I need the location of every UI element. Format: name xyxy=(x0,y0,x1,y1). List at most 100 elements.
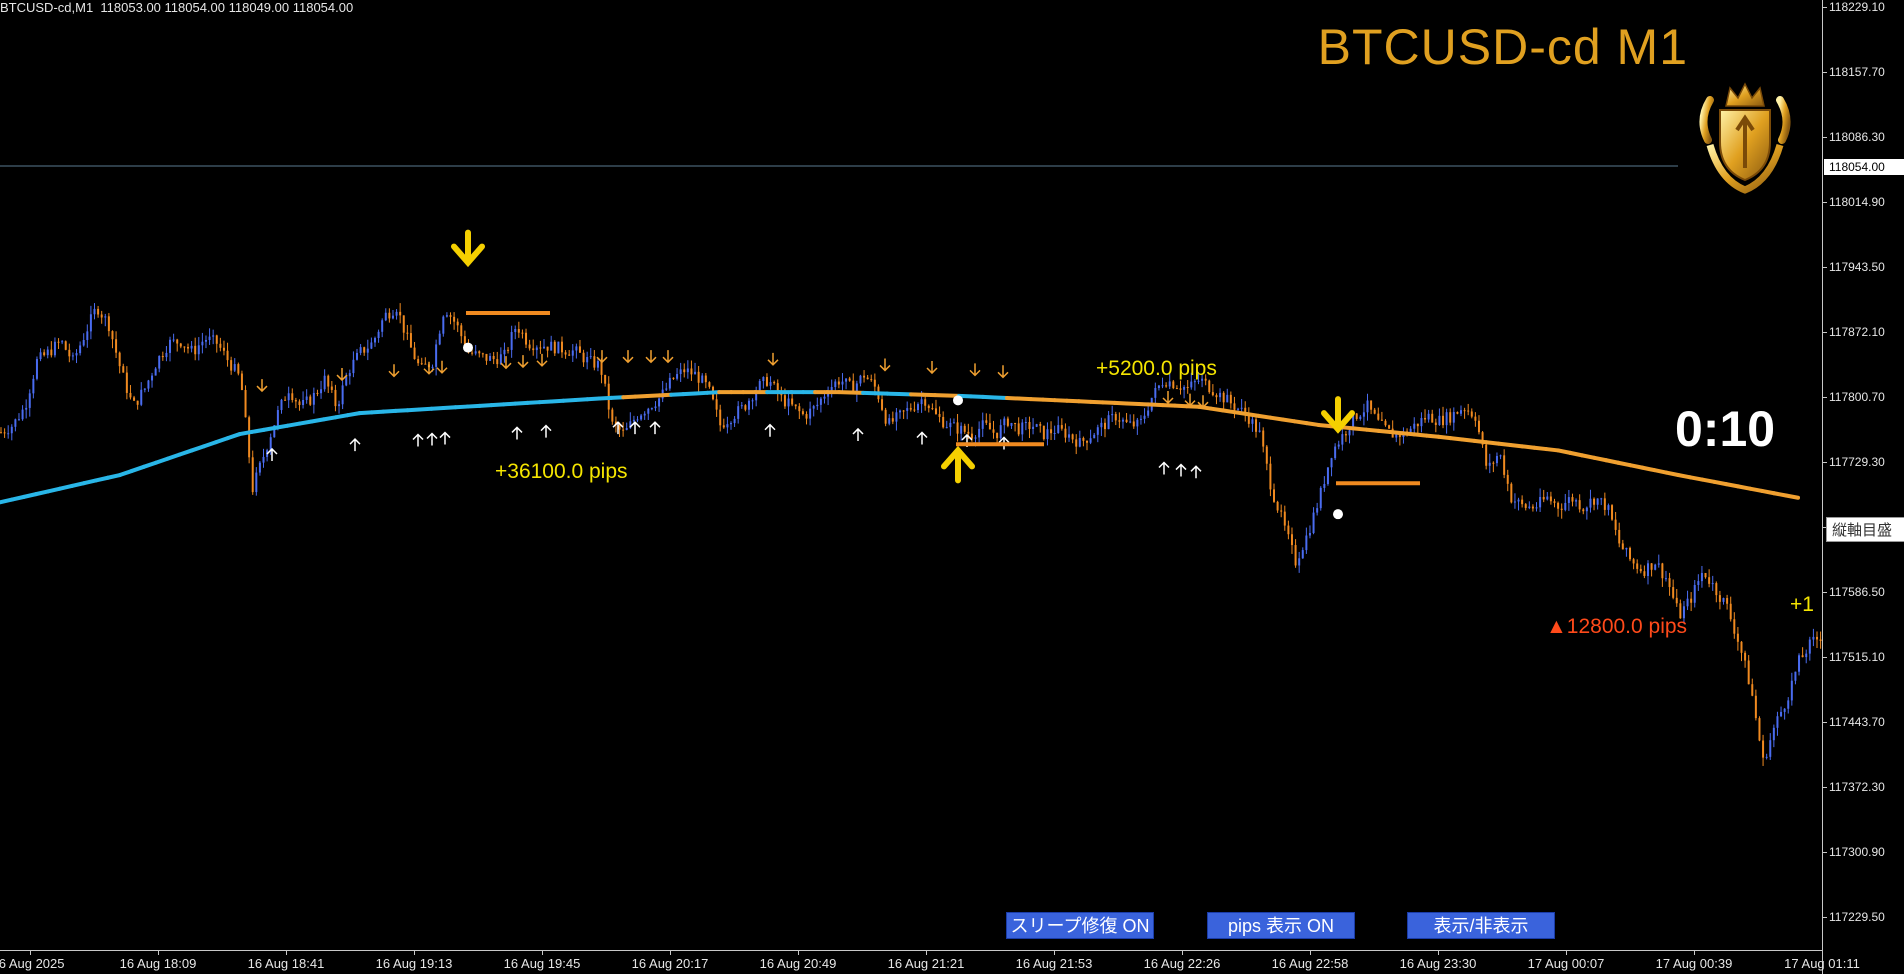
candle-body xyxy=(891,418,894,422)
candle-body xyxy=(230,360,233,371)
candle-body xyxy=(1021,422,1024,435)
candle-body xyxy=(212,335,215,337)
toggle-display-button[interactable]: 表示/非表示 xyxy=(1407,912,1555,939)
candle-body xyxy=(1801,655,1804,658)
candle-body xyxy=(269,437,272,451)
candle-body xyxy=(1039,424,1042,426)
candle-body xyxy=(942,416,945,428)
candle-body xyxy=(1103,422,1106,430)
sell-arrow-icon xyxy=(436,360,448,374)
candle-body xyxy=(622,429,625,431)
candle-body xyxy=(909,408,912,410)
price-tick xyxy=(1823,72,1827,73)
candle-body xyxy=(1014,423,1017,425)
price-axis-label: 117800.70 xyxy=(1829,390,1885,404)
candle-body xyxy=(805,414,808,419)
sell-arrow-icon xyxy=(500,356,512,370)
candle-body xyxy=(341,385,344,405)
buy-arrow-icon xyxy=(266,447,278,461)
candle-body xyxy=(1603,498,1606,510)
candle-body xyxy=(920,399,923,405)
candle-body xyxy=(233,364,236,371)
buy-arrow-icon xyxy=(764,423,776,437)
candle-body xyxy=(740,405,743,407)
candle-body xyxy=(1611,505,1614,520)
candle-body xyxy=(1258,430,1261,432)
price-axis-label: 117872.10 xyxy=(1829,325,1885,339)
candle-body xyxy=(1344,434,1347,436)
candle-body xyxy=(1467,410,1470,412)
buy-arrow-icon xyxy=(629,421,641,435)
candle-body xyxy=(1168,381,1171,387)
candle-body xyxy=(399,311,402,316)
price-axis-label: 118086.30 xyxy=(1829,130,1885,144)
candle-body xyxy=(366,348,369,353)
candle-body xyxy=(787,398,790,407)
candle-body xyxy=(1463,410,1466,412)
candle-body xyxy=(845,378,848,382)
candle-body xyxy=(1111,414,1114,416)
candle-body xyxy=(611,409,614,422)
candle-body xyxy=(1118,420,1121,422)
candle-body xyxy=(535,347,538,351)
candle-body xyxy=(417,359,420,364)
pips-display-button[interactable]: pips 表示 ON xyxy=(1207,912,1355,939)
candle-body xyxy=(1413,423,1416,429)
candle-body xyxy=(1718,595,1721,602)
candle-body xyxy=(1816,636,1819,640)
entry-dot xyxy=(463,342,473,353)
candle-body xyxy=(643,413,646,416)
candle-body xyxy=(197,345,200,355)
price-chart[interactable] xyxy=(0,0,1822,950)
candle-body xyxy=(1154,387,1157,398)
candle-body xyxy=(733,418,736,424)
axis-tooltip: 縦軸目盛 xyxy=(1826,517,1904,542)
candle-body xyxy=(902,410,905,412)
sell-arrow-icon xyxy=(926,361,938,375)
candle-body xyxy=(1287,525,1290,535)
candle-body xyxy=(528,344,531,349)
price-axis[interactable]: 118229.10 118157.70 118086.30 118014.90 1179… xyxy=(1822,0,1904,974)
candle-body xyxy=(14,419,17,427)
price-tick xyxy=(1823,852,1827,853)
candle-body xyxy=(578,346,581,353)
candle-body xyxy=(543,346,546,349)
time-axis[interactable]: 16 Aug 2025 16 Aug 18:09 16 Aug 18:41 16 Au… xyxy=(0,950,1860,974)
candle-body xyxy=(1233,403,1236,410)
candle-body xyxy=(1542,496,1545,500)
sell-arrow-icon xyxy=(879,358,891,372)
candle-body xyxy=(1776,716,1779,728)
time-tick xyxy=(1822,951,1823,955)
candle-body xyxy=(82,339,85,346)
sleep-fix-button[interactable]: スリープ修復 ON xyxy=(1006,912,1154,939)
chart-area[interactable]: BTCUSD-cd,M1 118053.00 118054.00 118049.… xyxy=(0,0,1822,950)
ohlc-header: BTCUSD-cd,M1 118053.00 118054.00 118049.… xyxy=(0,0,353,15)
candle-body xyxy=(291,393,294,400)
candle-body xyxy=(1042,425,1045,440)
time-axis-label: 17 Aug 00:07 xyxy=(1527,956,1605,971)
candle-body xyxy=(320,389,323,394)
candle-body xyxy=(1193,381,1196,383)
candle-body xyxy=(1312,512,1315,533)
candle-body xyxy=(1215,395,1218,398)
candle-body xyxy=(1582,509,1585,512)
sell-arrow-icon xyxy=(596,350,608,364)
price-axis-label: 117443.70 xyxy=(1829,715,1885,729)
time-axis-label: 16 Aug 20:49 xyxy=(759,956,837,971)
candle-body xyxy=(1589,498,1592,508)
candle-body xyxy=(1046,429,1049,440)
price-axis-label: 117515.10 xyxy=(1829,650,1885,664)
candle-body xyxy=(143,388,146,390)
candle-body xyxy=(1726,598,1729,604)
candle-body xyxy=(330,386,333,390)
candle-body xyxy=(1294,545,1297,566)
candle-body xyxy=(1567,497,1570,503)
buy-arrow-icon xyxy=(412,433,424,447)
candle-body xyxy=(377,331,380,339)
candle-body xyxy=(1772,727,1775,741)
candle-body xyxy=(1348,430,1351,436)
candle-body xyxy=(190,345,193,349)
candle-body xyxy=(837,381,840,385)
candle-body xyxy=(438,333,441,345)
candle-body xyxy=(100,314,103,318)
